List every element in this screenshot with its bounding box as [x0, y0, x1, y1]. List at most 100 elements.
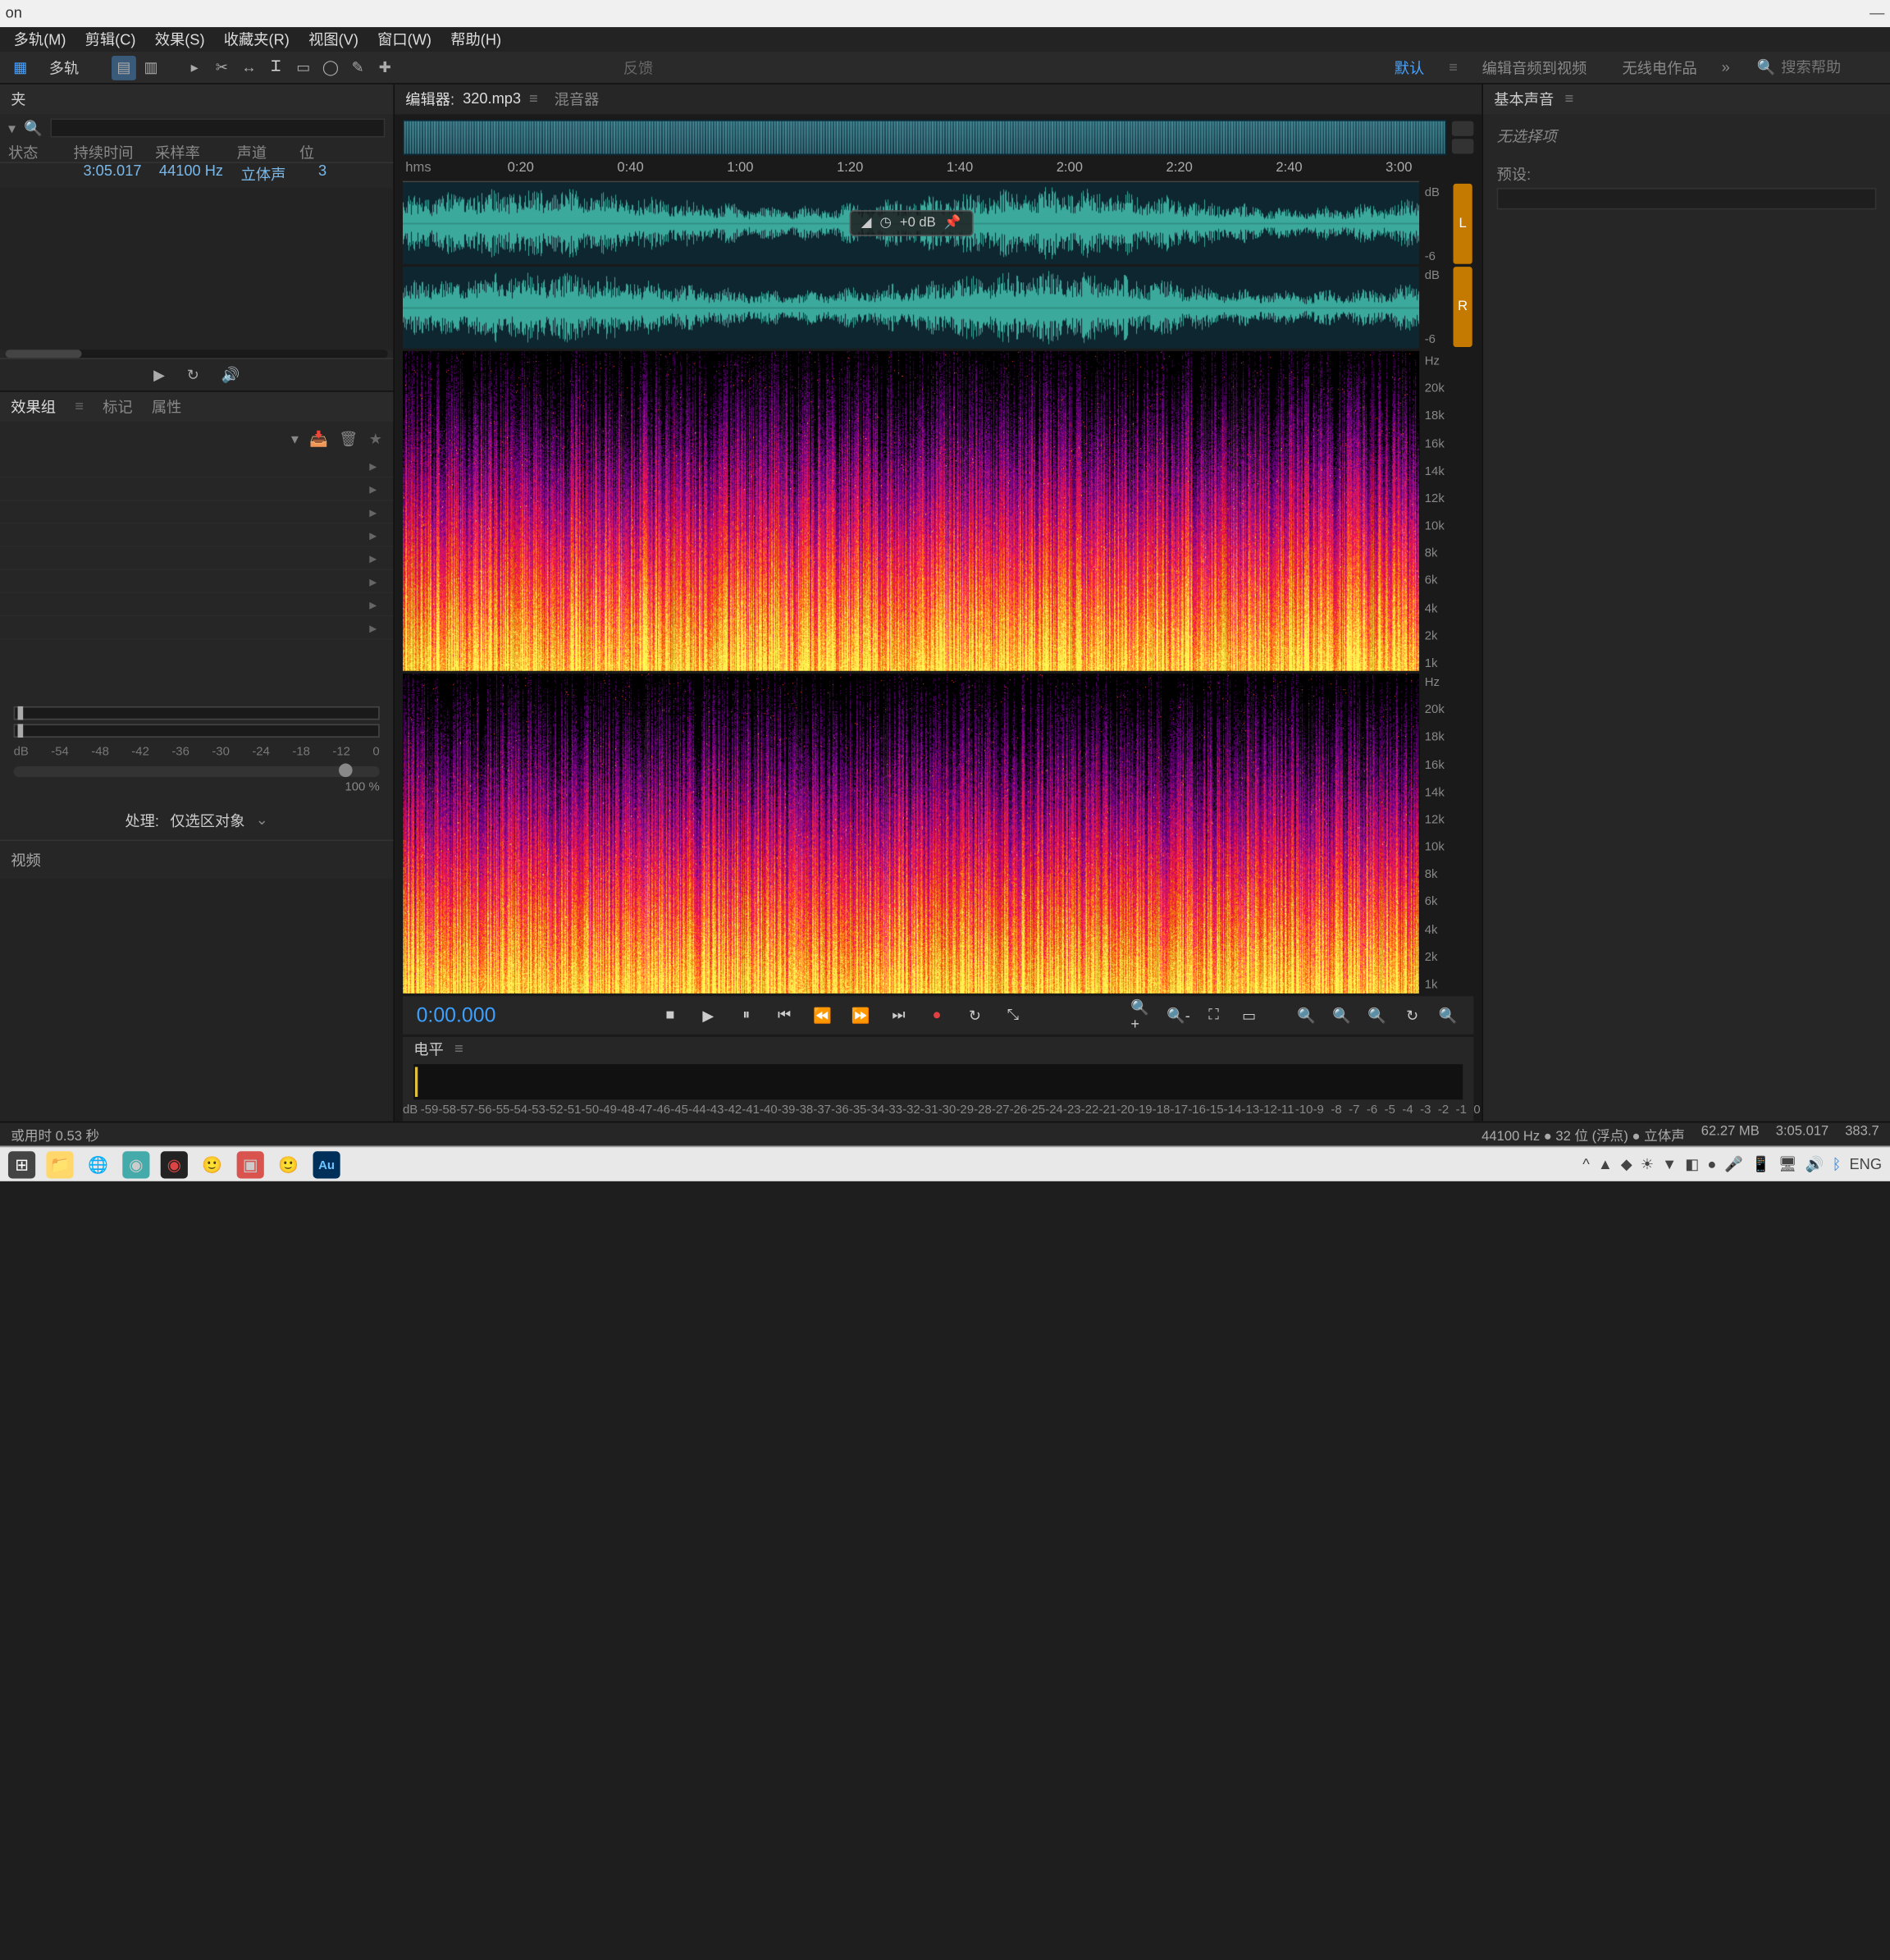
menu-effects[interactable]: 效果(S)	[147, 26, 213, 53]
editor-tab-menu-icon[interactable]: ≡	[529, 91, 538, 107]
taskbar-app-icon[interactable]: ◉	[122, 1150, 149, 1177]
effect-slot[interactable]: ▸	[0, 477, 393, 500]
search-input[interactable]	[1781, 59, 1890, 75]
feedback-label[interactable]: 反馈	[623, 57, 653, 79]
save-preset-icon[interactable]: 📥	[309, 429, 328, 447]
file-row[interactable]: 3:05.017 44100 Hz 立体声 3	[0, 163, 393, 188]
zoom-full-icon[interactable]: ⛶	[1202, 1003, 1226, 1027]
taskbar-app-icon[interactable]: 🙂	[199, 1150, 226, 1177]
tray-icon[interactable]: ●	[1707, 1156, 1716, 1172]
record-button[interactable]: ●	[924, 1003, 949, 1027]
zoom-selection-icon[interactable]: ▭	[1237, 1003, 1262, 1027]
stop-button[interactable]: ■	[658, 1003, 682, 1027]
rewind-button[interactable]: ⏪	[810, 1003, 835, 1027]
skip-start-button[interactable]: ⏮	[772, 1003, 797, 1027]
effect-slot[interactable]: ▸	[0, 616, 393, 639]
spectrogram-channel-right[interactable]	[403, 674, 1419, 994]
tray-up-icon[interactable]: ^	[1582, 1156, 1590, 1172]
tab-properties[interactable]: 属性	[152, 396, 181, 418]
mix-slider[interactable]	[14, 765, 380, 776]
menu-clip[interactable]: 剪辑(C)	[77, 26, 144, 53]
marquee-tool-icon[interactable]: ▭	[291, 55, 316, 80]
razor-tool-icon[interactable]: ✂	[209, 55, 234, 80]
spectrogram-channel-left[interactable]	[403, 351, 1419, 671]
levels-meter[interactable]	[413, 1064, 1463, 1099]
tray-bluetooth-icon[interactable]: ᛒ	[1833, 1156, 1842, 1172]
tab-effects-rack[interactable]: 效果组	[11, 396, 56, 418]
pause-button[interactable]: ⏸	[734, 1003, 759, 1027]
move-tool-icon[interactable]: ▸	[182, 55, 207, 80]
play-button[interactable]: ▶	[696, 1003, 720, 1027]
menu-view[interactable]: 视图(V)	[300, 26, 367, 53]
files-filter-icon[interactable]: ▾	[8, 119, 16, 137]
lasso-tool-icon[interactable]: ◯	[318, 55, 343, 80]
gain-knob-icon[interactable]: ◷	[879, 216, 891, 231]
zoom-reset-icon[interactable]: 🔍	[1365, 1003, 1390, 1027]
workspace-overflow-icon[interactable]: »	[1722, 59, 1730, 75]
zoom-out-v-icon[interactable]: 🔍	[1330, 1003, 1354, 1027]
overview-list-icon[interactable]	[1452, 139, 1474, 153]
skip-end-button[interactable]: ⏭	[887, 1003, 911, 1027]
tray-icon[interactable]: ▲	[1598, 1156, 1613, 1172]
workspace-tab-radio[interactable]: 无线电作品	[1611, 51, 1708, 84]
panel-menu-icon[interactable]: ≡	[75, 399, 84, 415]
taskbar-audition-icon[interactable]: Au	[313, 1150, 340, 1177]
playhead-time[interactable]: 0:00.000	[417, 1003, 553, 1026]
workspace-tab-edit-audio[interactable]: 编辑音频到视频	[1471, 51, 1597, 84]
zoom-in-icon[interactable]: 🔍+	[1130, 1003, 1155, 1027]
channel-label-left[interactable]: L	[1454, 184, 1472, 264]
waveform-channel-right[interactable]	[403, 267, 1419, 349]
preset-dropdown[interactable]	[1497, 188, 1877, 210]
wet-slider[interactable]	[14, 706, 380, 720]
zoom-refresh-icon[interactable]: ↻	[1400, 1003, 1425, 1027]
play-icon[interactable]: ▶	[153, 366, 165, 384]
favorite-icon[interactable]: ★	[369, 429, 382, 447]
multitrack-mode-label[interactable]: 多轨	[35, 57, 93, 79]
overview-waveform[interactable]	[403, 120, 1446, 155]
slip-tool-icon[interactable]: ↔	[237, 55, 262, 80]
menu-multitrack[interactable]: 多轨(M)	[6, 26, 75, 53]
brush-tool-icon[interactable]: ✎	[345, 55, 370, 80]
timeline-ruler[interactable]: hms 0:20 0:40 1:00 1:20 1:40 2:00 2:20 2…	[403, 158, 1419, 182]
files-search-input[interactable]	[51, 118, 386, 137]
spectral-display-icon[interactable]: ▤	[112, 55, 136, 80]
files-scrollbar[interactable]	[6, 350, 388, 358]
channel-label-right[interactable]: R	[1454, 267, 1472, 347]
menu-favorites[interactable]: 收藏夹(R)	[216, 26, 298, 53]
taskbar-start-icon[interactable]: ⊞	[8, 1150, 35, 1177]
taskbar-chrome-icon[interactable]: 🌐	[84, 1150, 112, 1177]
menu-help[interactable]: 帮助(H)	[442, 26, 509, 53]
fade-in-icon[interactable]: ◢	[861, 216, 872, 231]
heal-tool-icon[interactable]: ✚	[372, 55, 397, 80]
workspace-menu-icon[interactable]: ≡	[1449, 59, 1458, 75]
zoom-out-icon[interactable]: 🔍-	[1166, 1003, 1191, 1027]
menu-window[interactable]: 窗口(W)	[369, 26, 440, 53]
tray-icon[interactable]: 📱	[1751, 1155, 1770, 1173]
tray-icon[interactable]: 🖥	[1778, 1155, 1797, 1173]
overview-zoom-icon[interactable]	[1452, 121, 1474, 136]
dry-slider[interactable]	[14, 724, 380, 738]
tray-icon[interactable]: ◧	[1685, 1155, 1699, 1173]
tray-icon[interactable]: ☀	[1641, 1155, 1654, 1173]
taskbar-explorer-icon[interactable]: 📁	[46, 1150, 73, 1177]
process-dropdown[interactable]: 仅选区对象	[170, 809, 244, 831]
skip-selection-button[interactable]: ⤡	[1001, 1003, 1025, 1027]
preset-dropdown-icon[interactable]: ▾	[291, 429, 299, 447]
files-column-headers[interactable]: 状态 持续时间 采样率 声道 位	[0, 142, 393, 164]
tray-icon[interactable]: 🎤	[1724, 1155, 1743, 1173]
delete-preset-icon[interactable]: 🗑	[339, 429, 358, 447]
effect-slot[interactable]: ▸	[0, 547, 393, 570]
time-select-icon[interactable]: Ꮖ	[264, 55, 289, 80]
loop-icon[interactable]: ↻	[187, 366, 199, 384]
taskbar-app-icon[interactable]: ▣	[237, 1150, 264, 1177]
effect-slot[interactable]: ▸	[0, 570, 393, 593]
effect-slot[interactable]: ▸	[0, 593, 393, 616]
zoom-in-v-icon[interactable]: 🔍	[1294, 1003, 1318, 1027]
waveform-view-button[interactable]: ▦	[8, 55, 33, 80]
chevron-down-icon[interactable]: ⌄	[256, 811, 268, 829]
tray-lang[interactable]: ENG	[1849, 1156, 1882, 1172]
loop-button[interactable]: ↻	[963, 1003, 988, 1027]
taskbar-app-icon[interactable]: 🙂	[275, 1150, 302, 1177]
waveform-channel-left[interactable]: ◢ ◷ +0 dB 📌	[403, 182, 1419, 264]
zoom-custom-icon[interactable]: 🔍	[1436, 1003, 1460, 1027]
